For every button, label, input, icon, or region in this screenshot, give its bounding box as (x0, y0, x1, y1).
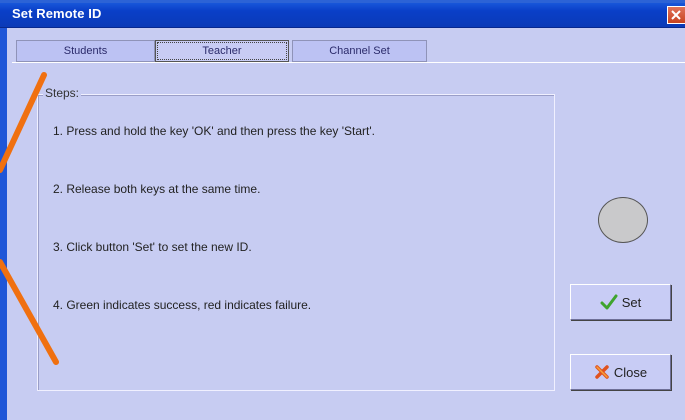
tab-channel-set[interactable]: Channel Set (292, 40, 427, 62)
step-3: 3. Click button 'Set' to set the new ID. (53, 240, 252, 254)
steps-legend: Steps: (43, 86, 82, 100)
checkmark-icon (600, 294, 618, 310)
status-indicator (598, 197, 648, 243)
close-button-label: Close (613, 364, 648, 380)
tab-strip: Students Teacher Channel Set (16, 40, 427, 62)
title-bar[interactable]: Set Remote ID (0, 0, 685, 28)
step-4: 4. Green indicates success, red indicate… (53, 298, 312, 312)
close-button[interactable]: Close (570, 354, 671, 390)
step-2: 2. Release both keys at the same time. (53, 182, 261, 196)
set-button-label: Set (621, 294, 642, 310)
window-close-button[interactable] (667, 6, 685, 24)
close-icon (671, 10, 681, 20)
tab-teacher[interactable]: Teacher (155, 40, 289, 62)
title-bar-highlight (0, 0, 685, 3)
x-icon (594, 364, 610, 380)
tab-students[interactable]: Students (16, 40, 155, 62)
set-button[interactable]: Set (570, 284, 671, 320)
window-left-border (0, 28, 7, 420)
window-title: Set Remote ID (12, 6, 102, 21)
step-1: 1. Press and hold the key 'OK' and then … (53, 124, 376, 138)
